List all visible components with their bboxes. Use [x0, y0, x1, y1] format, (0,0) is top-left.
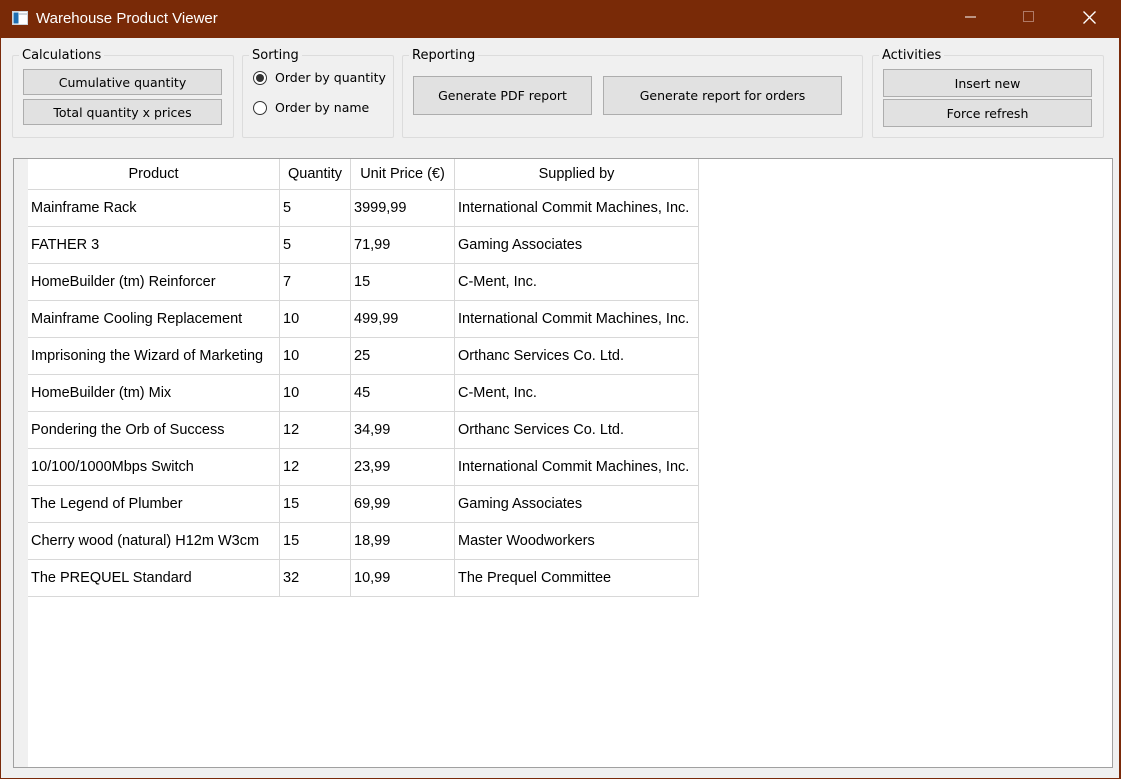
app-window: Warehouse Product Viewer Calculations Cu… [0, 0, 1121, 779]
table-row[interactable]: FATHER 3 5 71,99 Gaming Associates [28, 226, 699, 264]
cell-unit-price[interactable]: 18,99 [350, 522, 455, 560]
total-quantity-prices-button[interactable]: Total quantity x prices [23, 99, 222, 125]
radio-unchecked-icon [253, 100, 267, 115]
cell-product[interactable]: The Legend of Plumber [28, 485, 280, 523]
cell-supplier[interactable]: International Commit Machines, Inc. [454, 448, 699, 486]
cell-quantity[interactable]: 7 [279, 263, 351, 301]
order-by-quantity-label: Order by quantity [275, 70, 386, 85]
cell-product[interactable]: Imprisoning the Wizard of Marketing [28, 337, 280, 375]
cell-unit-price[interactable]: 15 [350, 263, 455, 301]
table-row[interactable]: Mainframe Cooling Replacement 10 499,99 Int… [28, 300, 699, 338]
cumulative-quantity-button[interactable]: Cumulative quantity [23, 69, 222, 95]
row-header-strip [14, 159, 28, 767]
cell-unit-price[interactable]: 25 [350, 337, 455, 375]
close-icon [1082, 10, 1096, 28]
order-by-quantity-radio[interactable]: Order by quantity [253, 70, 386, 85]
reporting-legend: Reporting [412, 48, 476, 63]
cell-product[interactable]: Cherry wood (natural) H12m W3cm [28, 522, 280, 560]
cell-unit-price[interactable]: 3999,99 [350, 189, 455, 227]
order-by-name-label: Order by name [275, 100, 370, 115]
force-refresh-button[interactable]: Force refresh [883, 99, 1092, 127]
sorting-legend: Sorting [252, 48, 299, 63]
product-table-view[interactable]: Product Quantity Unit Price (€) Supplied… [13, 158, 1113, 768]
table-row[interactable]: The PREQUEL Standard 32 10,99 The Prequel C… [28, 559, 699, 597]
insert-new-button[interactable]: Insert new [883, 69, 1092, 97]
activities-legend: Activities [882, 48, 942, 63]
generate-pdf-report-button[interactable]: Generate PDF report [413, 76, 592, 115]
cell-quantity[interactable]: 5 [279, 189, 351, 227]
table-row[interactable]: Imprisoning the Wizard of Marketing 10 25 O… [28, 337, 699, 375]
table-row[interactable]: 10/100/1000Mbps Switch 12 23,99 Internation… [28, 448, 699, 486]
title-bar[interactable]: Warehouse Product Viewer [0, 0, 1121, 38]
cell-product[interactable]: The PREQUEL Standard [28, 559, 280, 597]
minimize-icon [965, 11, 977, 27]
table-row[interactable]: Cherry wood (natural) H12m W3cm 15 18,99 Ma… [28, 522, 699, 560]
cell-supplier[interactable]: Gaming Associates [454, 485, 699, 523]
radio-checked-icon [253, 70, 267, 85]
cell-supplier[interactable]: Master Woodworkers [454, 522, 699, 560]
cell-supplier[interactable]: Gaming Associates [454, 226, 699, 264]
generate-orders-report-button[interactable]: Generate report for orders [603, 76, 842, 115]
cell-unit-price[interactable]: 71,99 [350, 226, 455, 264]
column-header-unit-price[interactable]: Unit Price (€) [350, 159, 455, 190]
main-panel: Calculations Cumulative quantity Total q… [1, 38, 1119, 778]
cell-unit-price[interactable]: 499,99 [350, 300, 455, 338]
cell-unit-price[interactable]: 45 [350, 374, 455, 412]
table-row[interactable]: The Legend of Plumber 15 69,99 Gaming Assoc… [28, 485, 699, 523]
maximize-icon [1023, 11, 1035, 27]
cell-supplier[interactable]: C-Ment, Inc. [454, 263, 699, 301]
cell-unit-price[interactable]: 10,99 [350, 559, 455, 597]
table-row[interactable]: HomeBuilder (tm) Reinforcer 7 15 C-Ment, In… [28, 263, 699, 301]
minimize-button[interactable] [948, 0, 994, 38]
maximize-button[interactable] [1006, 0, 1052, 38]
close-button[interactable] [1066, 0, 1112, 38]
cell-supplier[interactable]: International Commit Machines, Inc. [454, 189, 699, 227]
table-row[interactable]: HomeBuilder (tm) Mix 10 45 C-Ment, Inc. [28, 374, 699, 412]
cell-product[interactable]: Mainframe Rack [28, 189, 280, 227]
cell-supplier[interactable]: International Commit Machines, Inc. [454, 300, 699, 338]
cell-supplier[interactable]: Orthanc Services Co. Ltd. [454, 337, 699, 375]
table-row[interactable]: Pondering the Orb of Success 12 34,99 Ortha… [28, 411, 699, 449]
cell-product[interactable]: HomeBuilder (tm) Mix [28, 374, 280, 412]
app-window-icon [12, 11, 28, 25]
column-header-supplier[interactable]: Supplied by [454, 159, 699, 190]
cell-quantity[interactable]: 32 [279, 559, 351, 597]
cell-product[interactable]: FATHER 3 [28, 226, 280, 264]
cell-unit-price[interactable]: 34,99 [350, 411, 455, 449]
cell-quantity[interactable]: 15 [279, 485, 351, 523]
cell-quantity[interactable]: 5 [279, 226, 351, 264]
cell-supplier[interactable]: Orthanc Services Co. Ltd. [454, 411, 699, 449]
order-by-name-radio[interactable]: Order by name [253, 100, 369, 115]
cell-product[interactable]: Pondering the Orb of Success [28, 411, 280, 449]
cell-product[interactable]: 10/100/1000Mbps Switch [28, 448, 280, 486]
cell-quantity[interactable]: 12 [279, 448, 351, 486]
cell-quantity[interactable]: 15 [279, 522, 351, 560]
sorting-group: Sorting [242, 48, 394, 138]
calculations-legend: Calculations [22, 48, 102, 63]
cell-product[interactable]: HomeBuilder (tm) Reinforcer [28, 263, 280, 301]
window-title: Warehouse Product Viewer [36, 10, 218, 27]
cell-supplier[interactable]: The Prequel Committee [454, 559, 699, 597]
cell-quantity[interactable]: 10 [279, 300, 351, 338]
table-header-row: Product Quantity Unit Price (€) Supplied… [28, 159, 699, 190]
cell-quantity[interactable]: 10 [279, 374, 351, 412]
column-header-quantity[interactable]: Quantity [279, 159, 351, 190]
table-row[interactable]: Mainframe Rack 5 3999,99 International Comm… [28, 189, 699, 227]
product-table: Product Quantity Unit Price (€) Supplied… [28, 159, 699, 597]
cell-supplier[interactable]: C-Ment, Inc. [454, 374, 699, 412]
column-header-product[interactable]: Product [28, 159, 280, 190]
cell-product[interactable]: Mainframe Cooling Replacement [28, 300, 280, 338]
cell-unit-price[interactable]: 23,99 [350, 448, 455, 486]
cell-quantity[interactable]: 12 [279, 411, 351, 449]
cell-quantity[interactable]: 10 [279, 337, 351, 375]
cell-unit-price[interactable]: 69,99 [350, 485, 455, 523]
